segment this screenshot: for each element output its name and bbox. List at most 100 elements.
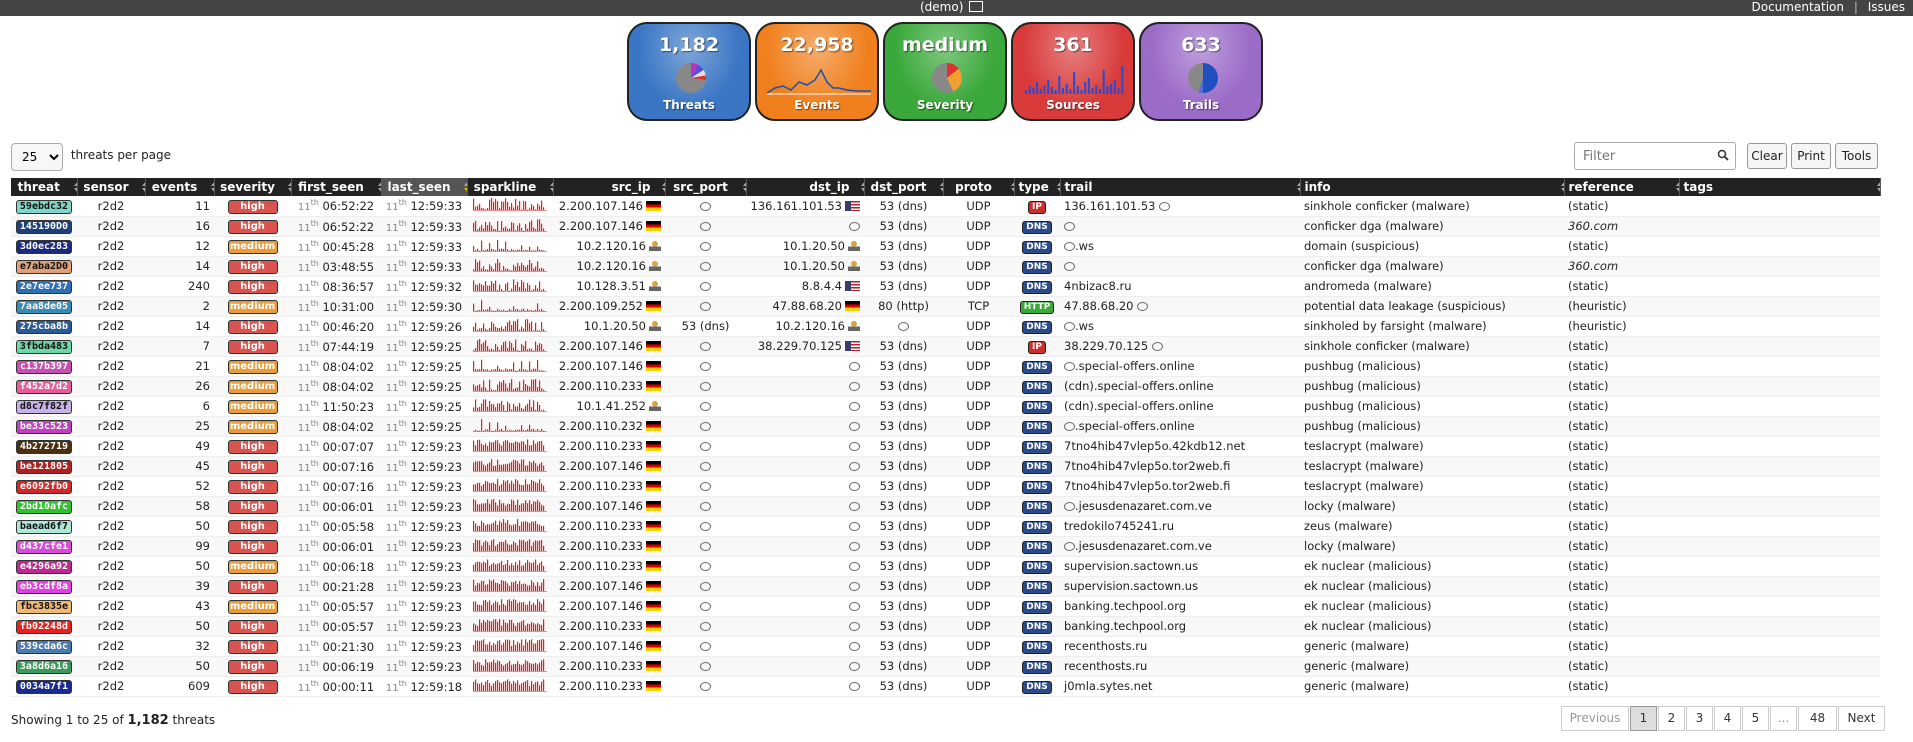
comment-icon[interactable] xyxy=(700,502,711,511)
threat-id-badge[interactable]: f452a7d2 xyxy=(15,380,73,394)
page-button-4[interactable]: 4 xyxy=(1714,706,1741,731)
src-ip[interactable]: 2.200.107.146 xyxy=(559,579,643,593)
print-button[interactable]: Print xyxy=(1791,143,1831,169)
comment-icon[interactable] xyxy=(700,622,711,631)
comment-icon[interactable] xyxy=(700,682,711,691)
table-row[interactable]: 3fbda483 r2d2 7 high 11th 07:44:19 11th 12:59… xyxy=(11,336,1880,357)
comment-icon[interactable] xyxy=(849,422,860,431)
table-row[interactable]: fb02248d r2d2 50 high 11th 00:05:57 11th 12:5… xyxy=(11,616,1880,637)
comment-icon[interactable] xyxy=(700,442,711,451)
comment-icon[interactable] xyxy=(1064,362,1075,371)
dst-ip[interactable]: 38.229.70.125 xyxy=(758,339,842,353)
tile-events[interactable]: 22,958 Events xyxy=(755,22,879,121)
column-header-events[interactable]: events xyxy=(145,178,215,196)
tile-severity[interactable]: medium Severity xyxy=(883,22,1007,121)
threat-id-badge[interactable]: 7aa8de05 xyxy=(15,300,73,314)
comment-icon[interactable] xyxy=(700,482,711,491)
dst-ip[interactable]: 136.161.101.53 xyxy=(751,199,842,213)
src-ip[interactable]: 2.200.110.233 xyxy=(559,379,643,393)
table-row[interactable]: 3d0ec283 r2d2 12 medium 11th 00:45:28 11th 12… xyxy=(11,236,1880,257)
trail-text[interactable]: j0mla.sytes.net xyxy=(1064,679,1153,693)
trail-text[interactable]: (cdn).special-offers.online xyxy=(1064,399,1214,413)
comment-icon[interactable] xyxy=(700,342,711,351)
dst-ip[interactable]: 10.1.20.50 xyxy=(783,259,845,273)
comment-icon[interactable] xyxy=(700,602,711,611)
src-ip[interactable]: 10.128.3.51 xyxy=(577,279,647,293)
trail-text[interactable]: .ws xyxy=(1075,239,1094,253)
src-ip[interactable]: 2.200.110.233 xyxy=(559,619,643,633)
comment-icon[interactable] xyxy=(849,542,860,551)
comment-icon[interactable] xyxy=(700,302,711,311)
threat-id-badge[interactable]: d437cfe1 xyxy=(15,540,73,554)
dst-ip[interactable]: 8.8.4.4 xyxy=(802,279,842,293)
threat-id-badge[interactable]: d8c7f82f xyxy=(15,400,73,414)
comment-icon[interactable] xyxy=(1064,322,1075,331)
comment-icon[interactable] xyxy=(1151,342,1163,351)
table-row[interactable]: e6092fb0 r2d2 52 high 11th 00:07:16 11th 12:5… xyxy=(11,476,1880,497)
comment-icon[interactable] xyxy=(700,582,711,591)
comment-icon[interactable] xyxy=(700,201,711,211)
table-row[interactable]: 275cba8b r2d2 14 high 11th 00:46:20 11th 12:5… xyxy=(11,316,1880,337)
comment-icon[interactable] xyxy=(1064,502,1075,511)
comment-icon[interactable] xyxy=(849,522,860,531)
src-ip[interactable]: 2.200.107.146 xyxy=(559,459,643,473)
src-ip[interactable]: 2.200.110.233 xyxy=(559,479,643,493)
trail-text[interactable]: banking.techpool.org xyxy=(1064,599,1186,613)
threat-id-badge[interactable]: be33c523 xyxy=(15,420,73,434)
trail-text[interactable]: recenthosts.ru xyxy=(1064,659,1147,673)
column-header-threat[interactable]: threat xyxy=(11,178,78,196)
comment-icon[interactable] xyxy=(849,462,860,471)
trail-text[interactable]: 4nbizac8.ru xyxy=(1064,279,1132,293)
comment-icon[interactable] xyxy=(849,222,860,231)
trail-text[interactable]: 136.161.101.53 xyxy=(1064,199,1155,213)
trail-text[interactable]: supervision.sactown.us xyxy=(1064,559,1198,573)
column-header-dst-ip[interactable]: dst_ip xyxy=(746,178,865,196)
table-row[interactable]: 3a8d6a16 r2d2 50 high 11th 00:06:19 11th 12:5… xyxy=(11,656,1880,677)
trail-text[interactable]: (cdn).special-offers.online xyxy=(1064,379,1214,393)
src-ip[interactable]: 2.200.107.146 xyxy=(559,499,643,513)
comment-icon[interactable] xyxy=(898,322,909,331)
trail-text[interactable]: 7tno4hib47vlep5o.tor2web.fi xyxy=(1064,479,1230,493)
comment-icon[interactable] xyxy=(700,262,711,271)
comment-icon[interactable] xyxy=(700,362,711,371)
page-button-3[interactable]: 3 xyxy=(1686,706,1713,731)
comment-icon[interactable] xyxy=(700,282,711,291)
comment-icon[interactable] xyxy=(849,362,860,371)
comment-icon[interactable] xyxy=(1159,201,1171,211)
threat-id-badge[interactable]: 3d0ec283 xyxy=(15,240,73,254)
column-header-src-ip[interactable]: src_ip xyxy=(553,178,666,196)
comment-icon[interactable] xyxy=(1064,422,1075,431)
comment-icon[interactable] xyxy=(849,682,860,691)
comment-icon[interactable] xyxy=(849,442,860,451)
threat-id-badge[interactable]: 3fbda483 xyxy=(15,340,73,354)
trail-text[interactable]: tredokilo745241.ru xyxy=(1064,519,1174,533)
table-row[interactable]: be121805 r2d2 45 high 11th 00:07:16 11th 12:5… xyxy=(11,456,1880,477)
per-page-select[interactable]: 25 xyxy=(11,143,63,171)
tools-button[interactable]: Tools xyxy=(1835,143,1878,169)
comment-icon[interactable] xyxy=(849,582,860,591)
dst-ip[interactable]: 10.1.20.50 xyxy=(783,239,845,253)
src-ip[interactable]: 2.200.107.146 xyxy=(559,359,643,373)
threat-id-badge[interactable]: 145190D0 xyxy=(15,220,73,234)
trail-text[interactable]: banking.techpool.org xyxy=(1064,619,1186,633)
src-ip[interactable]: 2.200.107.146 xyxy=(559,639,643,653)
threat-id-badge[interactable]: 275cba8b xyxy=(15,320,73,334)
comment-icon[interactable] xyxy=(849,562,860,571)
src-ip[interactable]: 2.200.109.252 xyxy=(559,299,643,313)
trail-text[interactable]: .ws xyxy=(1075,319,1094,333)
filter-input[interactable] xyxy=(1574,142,1736,170)
threat-id-badge[interactable]: baead6f7 xyxy=(15,520,73,534)
issues-link[interactable]: Issues xyxy=(1868,0,1905,14)
column-header-proto[interactable]: proto xyxy=(943,178,1015,196)
threat-id-badge[interactable]: 3a8d6a16 xyxy=(15,660,73,674)
comment-icon[interactable] xyxy=(700,422,711,431)
table-row[interactable]: 59ebdc32 r2d2 11 high 11th 06:52:22 11th 12:5… xyxy=(11,196,1880,217)
column-header-first-seen[interactable]: first_seen xyxy=(291,178,382,196)
threat-id-badge[interactable]: be121805 xyxy=(15,460,73,474)
table-row[interactable]: be33c523 r2d2 25 medium 11th 08:04:02 11th 12… xyxy=(11,416,1880,437)
src-ip[interactable]: 2.200.110.233 xyxy=(559,679,643,693)
threat-id-badge[interactable]: 2e7ee737 xyxy=(15,280,73,294)
table-row[interactable]: 4b272719 r2d2 49 high 11th 00:07:07 11th 12:5… xyxy=(11,436,1880,457)
src-ip[interactable]: 2.200.107.146 xyxy=(559,599,643,613)
table-row[interactable]: 2bd10afc r2d2 58 high 11th 00:06:01 11th 12:5… xyxy=(11,496,1880,517)
